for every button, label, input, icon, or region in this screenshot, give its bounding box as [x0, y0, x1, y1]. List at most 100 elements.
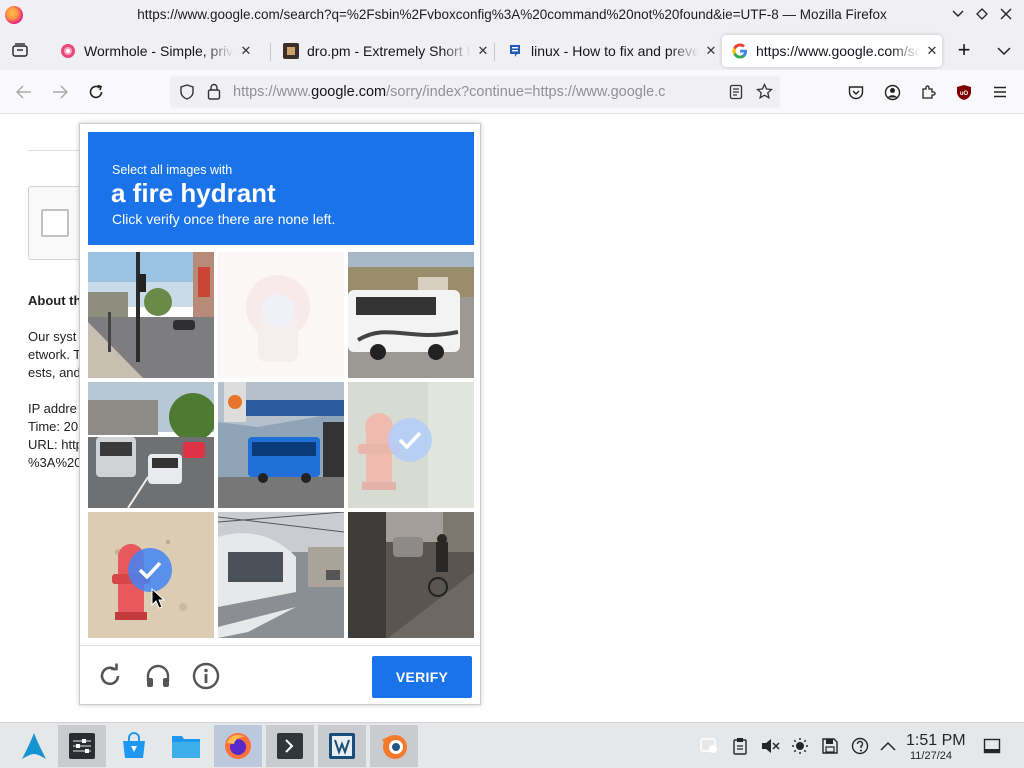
captcha-tile-tram[interactable]	[218, 512, 344, 638]
audio-challenge-button[interactable]	[144, 662, 172, 690]
hamburger-menu-icon	[994, 86, 1006, 98]
verify-button[interactable]: VERIFY	[372, 656, 472, 698]
taskbar-file-manager[interactable]	[162, 725, 210, 767]
tab-label: dro.pm - Extremely Short URLs	[307, 43, 471, 59]
reload-icon	[100, 663, 120, 686]
pocket-button[interactable]	[844, 80, 868, 104]
taskbar-system-settings[interactable]	[58, 725, 106, 767]
url-text[interactable]: https://www.google.com/sorry/index?conti…	[233, 84, 665, 100]
show-desktop-icon[interactable]	[982, 737, 1002, 755]
ip-address-text: IP addre	[28, 401, 77, 416]
account-button[interactable]	[880, 80, 904, 104]
back-arrow-icon	[16, 85, 31, 99]
window-titlebar: https://www.google.com/search?q=%2Fsbin%…	[0, 0, 1024, 30]
body-text: Our syst	[28, 329, 77, 344]
forward-button[interactable]	[48, 80, 72, 104]
arch-linux-icon	[22, 733, 46, 759]
reload-challenge-button[interactable]	[96, 662, 124, 690]
reader-view-icon[interactable]	[729, 84, 743, 100]
about-heading: About th	[28, 293, 82, 308]
url-info-text: URL: http	[28, 437, 83, 452]
tab-wormhole[interactable]: Wormhole - Simple, private file sharing …	[50, 35, 254, 67]
recaptcha-checkbox[interactable]	[41, 209, 69, 237]
close-window-button[interactable]	[998, 4, 1014, 24]
brightness-icon[interactable]	[790, 737, 810, 755]
new-tab-button[interactable]: +	[952, 39, 976, 61]
target-object-text: a fire hydrant	[111, 178, 276, 208]
help-circle-icon[interactable]	[850, 737, 870, 755]
stackexchange-icon	[510, 45, 520, 57]
bookmark-star-icon[interactable]	[756, 83, 773, 100]
clipboard-icon[interactable]	[730, 737, 750, 755]
tray-display-icon[interactable]	[700, 737, 720, 755]
captcha-tile-fire-hydrant[interactable]	[348, 382, 474, 508]
virtualbox-icon	[329, 733, 355, 759]
show-hidden-icons-chevron-up-icon[interactable]	[878, 737, 898, 755]
window-title: https://www.google.com/search?q=%2Fsbin%…	[137, 7, 887, 22]
captcha-tile-red-fire-hydrant[interactable]	[88, 512, 214, 638]
recaptcha-challenge: Select all images with a fire hydrant Cl…	[79, 123, 481, 705]
wormhole-icon	[61, 44, 75, 58]
image-grid	[88, 252, 474, 638]
taskbar-terminal[interactable]	[266, 725, 314, 767]
chevron-down-icon	[997, 47, 1011, 55]
tab-label: Wormhole - Simple, private file sharing	[84, 43, 234, 59]
tracking-shield-icon[interactable]	[179, 84, 195, 100]
close-tab-icon[interactable]: ✕	[238, 43, 254, 59]
back-button[interactable]	[12, 80, 36, 104]
taskbar-virtualbox[interactable]	[318, 725, 366, 767]
taskbar-discover[interactable]	[110, 725, 158, 767]
volume-muted-icon[interactable]	[760, 737, 780, 755]
close-tab-icon[interactable]: ✕	[703, 43, 719, 59]
taskbar-firefox[interactable]	[214, 725, 262, 767]
list-all-tabs-button[interactable]	[993, 41, 1015, 61]
discover-store-icon	[123, 732, 145, 758]
help-button[interactable]	[192, 662, 220, 690]
settings-icon	[69, 733, 95, 759]
captcha-tile-street-cars[interactable]	[88, 382, 214, 508]
mouse-cursor-icon	[151, 588, 165, 609]
url-bar[interactable]: https://www.google.com/sorry/index?conti…	[170, 76, 780, 108]
taskbar-blender[interactable]	[370, 725, 418, 767]
tab-label: linux - How to fix and prevent	[531, 43, 699, 59]
tab-linux[interactable]: linux - How to fix and prevent ✕	[497, 35, 719, 67]
close-tab-icon[interactable]: ✕	[475, 43, 491, 59]
hint-text: Click verify once there are none left.	[112, 211, 336, 227]
account-icon	[884, 84, 900, 100]
navigation-bar: https://www.google.com/sorry/index?conti…	[0, 70, 1024, 114]
tab-google[interactable]: https://www.google.com/sorry/index ✕	[722, 35, 942, 67]
url-info-text: %3A%20	[28, 455, 82, 470]
captcha-tile-white-bus[interactable]	[348, 252, 474, 378]
captcha-tile-loading[interactable]	[218, 252, 344, 378]
forward-arrow-icon	[53, 85, 68, 99]
challenge-header: Select all images with a fire hydrant Cl…	[88, 132, 474, 245]
captcha-tile-blue-bus[interactable]	[218, 382, 344, 508]
body-text: etwork. T	[28, 347, 82, 362]
challenge-footer: VERIFY	[80, 645, 480, 705]
time-text: Time: 20	[28, 419, 79, 434]
storage-icon[interactable]	[820, 737, 840, 755]
extensions-button[interactable]	[916, 80, 940, 104]
info-icon	[192, 662, 220, 690]
instruction-text: Select all images with	[112, 163, 233, 177]
selected-checkmark-icon	[128, 548, 172, 592]
tab-manager-button[interactable]	[4, 36, 36, 64]
tab-dropm[interactable]: dro.pm - Extremely Short URLs ✕	[273, 35, 491, 67]
blender-icon	[382, 735, 407, 759]
tab-strip: Wormhole - Simple, private file sharing …	[0, 30, 1024, 70]
clock-time[interactable]: 1:51 PM	[906, 732, 966, 750]
maximize-button[interactable]	[974, 4, 990, 24]
lock-icon[interactable]	[207, 83, 221, 100]
reload-button[interactable]	[84, 80, 108, 104]
clock-date[interactable]: 11/27/24	[910, 750, 952, 762]
captcha-tile-street-traffic-light[interactable]	[88, 252, 214, 378]
ublock-origin-button[interactable]: uO	[952, 80, 976, 104]
dropm-icon	[283, 43, 299, 59]
app-launcher-button[interactable]	[10, 725, 58, 767]
captcha-tile-sidewalk-cyclist[interactable]	[348, 512, 474, 638]
close-tab-icon[interactable]: ✕	[924, 43, 940, 59]
minimize-button[interactable]	[950, 4, 966, 24]
tab-manager-icon	[12, 43, 28, 57]
app-menu-button[interactable]	[988, 80, 1012, 104]
reload-icon	[89, 84, 103, 99]
